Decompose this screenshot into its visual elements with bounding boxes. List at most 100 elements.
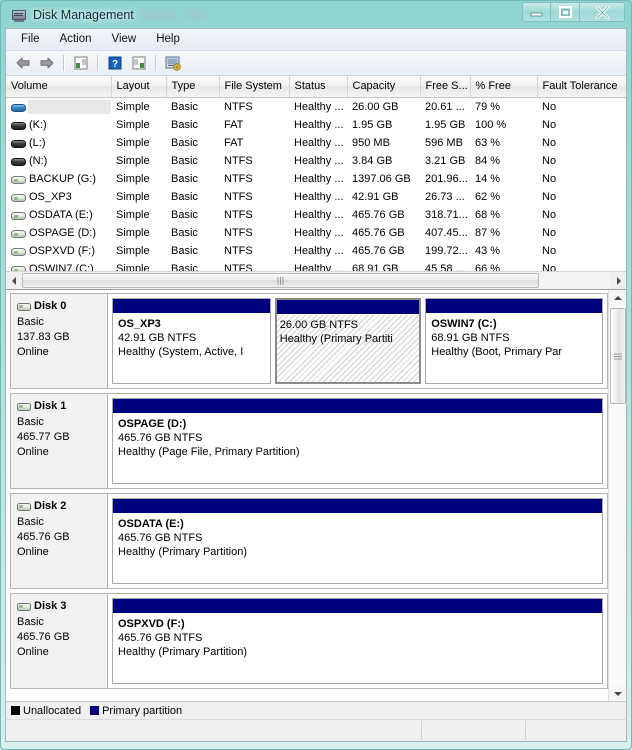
cell-volume[interactable]: OSPAGE (D:): [6, 224, 111, 242]
menu-help[interactable]: Help: [146, 30, 190, 49]
column-header-type[interactable]: Type: [166, 76, 220, 98]
cell-layout: Simple: [116, 191, 150, 203]
cell-pctfree: 68 %: [475, 209, 501, 221]
volume-list-horizontal-scrollbar[interactable]: [6, 271, 626, 289]
close-button[interactable]: [580, 2, 625, 22]
help-icon[interactable]: ?: [103, 52, 127, 74]
table-row[interactable]: (N:) Simple Basic NTFS Healthy ... 3.84 GB 3.2…: [6, 152, 626, 170]
partition-area: OS_XP3 42.91 GB NTFS Healthy (System, Acti…: [108, 294, 607, 388]
table-row[interactable]: OSDATA (E:) Simple Basic NTFS Healthy ... 465…: [6, 206, 626, 224]
cell-status: Healthy ...: [294, 263, 344, 271]
vertical-scroll-track[interactable]: [609, 306, 626, 685]
partition-area: OSPAGE (D:) 465.76 GB NTFS Healthy (Page F…: [108, 394, 607, 488]
column-header-volume[interactable]: Volume: [6, 76, 112, 98]
column-header-status[interactable]: Status: [289, 76, 348, 98]
disk-type: Basic: [17, 416, 44, 428]
legend-label-unallocated: Unallocated: [23, 704, 82, 717]
scroll-right-arrow-icon[interactable]: [610, 273, 626, 288]
partition-details: OS_XP3 42.91 GB NTFS Healthy (System, Acti…: [113, 314, 270, 383]
cell-volume[interactable]: (L:): [6, 134, 111, 152]
cell-fault-tolerance: No: [542, 191, 557, 203]
cell-volume[interactable]: (K:): [6, 116, 111, 134]
cell-filesystem: FAT: [224, 137, 244, 149]
partition-status: Healthy (System, Active, I: [118, 346, 244, 358]
cell-fault-tolerance: No: [542, 245, 557, 257]
table-row[interactable]: (L:) Simple Basic FAT Healthy ... 950 MB 596 M…: [6, 134, 626, 152]
show-hide-console-tree-icon[interactable]: [69, 52, 93, 74]
disk-icon: [17, 502, 31, 512]
scroll-left-arrow-icon[interactable]: [6, 273, 22, 288]
cell-status: Healthy ...: [294, 137, 344, 149]
disk-info-panel[interactable]: Disk 3 Basic 465.76 GB Online: [11, 594, 108, 688]
menu-view[interactable]: View: [102, 30, 147, 49]
cell-type: Basic: [171, 101, 198, 113]
minimize-button[interactable]: [522, 2, 551, 22]
scroll-up-arrow-icon[interactable]: [610, 290, 626, 306]
partition-size: 42.91 GB NTFS: [118, 332, 197, 344]
cell-freespace: 199.72...: [425, 245, 468, 257]
cell-freespace: 318.71...: [425, 209, 468, 221]
column-header-capacity[interactable]: Capacity: [347, 76, 421, 98]
cell-volume[interactable]: OS_XP3: [6, 188, 111, 206]
column-header-freespace[interactable]: Free S...: [420, 76, 471, 98]
column-header-pctfree[interactable]: % Free: [470, 76, 538, 98]
volume-name: OSPAGE (D:): [29, 227, 97, 239]
disk-info-panel[interactable]: Disk 1 Basic 465.77 GB Online: [11, 394, 108, 488]
cell-pctfree: 66 %: [475, 263, 501, 271]
partition-block[interactable]: OSWIN7 (C:) 68.91 GB NTFS Healthy (Boot, P…: [425, 298, 603, 384]
table-row[interactable]: Simple Basic NTFS Healthy ... 26.00 GB 20.61 …: [6, 98, 626, 117]
table-row[interactable]: OSPXVD (F:) Simple Basic NTFS Healthy ... 465…: [6, 242, 626, 260]
table-row[interactable]: OSWIN7 (C:) Simple Basic NTFS Healthy ... 68.…: [6, 260, 626, 271]
table-row[interactable]: OS_XP3 Simple Basic NTFS Healthy ... 42.91 GB…: [6, 188, 626, 206]
cell-layout: Simple: [116, 155, 150, 167]
toolbar-separator: [155, 55, 157, 71]
grip-icon: [613, 353, 622, 359]
cell-volume[interactable]: BACKUP (G:): [6, 170, 111, 188]
cell-volume[interactable]: (N:): [6, 152, 111, 170]
column-header-layout[interactable]: Layout: [111, 76, 167, 98]
disk-state: Online: [17, 646, 49, 658]
cell-volume[interactable]: OSDATA (E:): [6, 206, 111, 224]
menu-action[interactable]: Action: [50, 30, 102, 49]
disk-info-panel[interactable]: Disk 2 Basic 465.76 GB Online: [11, 494, 108, 588]
cell-volume[interactable]: [6, 98, 111, 117]
forward-icon[interactable]: [35, 52, 59, 74]
partition-status: Healthy (Boot, Primary Par: [431, 346, 563, 358]
column-header-fault-tolerance[interactable]: Fault Tolerance: [537, 76, 626, 98]
menu-bar: File Action View Help: [6, 29, 626, 51]
rescan-disks-icon[interactable]: [161, 52, 185, 74]
disk-info-panel[interactable]: Disk 0 Basic 137.83 GB Online: [11, 294, 108, 388]
horizontal-scroll-track[interactable]: [22, 273, 610, 288]
table-row[interactable]: OSPAGE (D:) Simple Basic NTFS Healthy ... 465…: [6, 224, 626, 242]
horizontal-scroll-thumb[interactable]: [22, 273, 540, 288]
partition-usage-bar: [113, 399, 602, 414]
drive-icon-grey: [11, 174, 26, 185]
cell-layout: Simple: [116, 173, 150, 185]
maximize-button[interactable]: [551, 2, 580, 22]
partition-block[interactable]: OS_XP3 42.91 GB NTFS Healthy (System, Acti…: [112, 298, 271, 384]
cell-fault-tolerance: No: [542, 119, 557, 131]
cell-pctfree: 87 %: [475, 227, 501, 239]
partition-details: OSDATA (E:) 465.76 GB NTFS Healthy (Primar…: [113, 514, 602, 583]
table-row[interactable]: BACKUP (G:) Simple Basic NTFS Healthy ... 139…: [6, 170, 626, 188]
partition-block[interactable]: OSPAGE (D:) 465.76 GB NTFS Healthy (Page F…: [112, 398, 603, 484]
back-icon[interactable]: [11, 52, 35, 74]
graphical-view-vertical-scrollbar[interactable]: [608, 290, 626, 701]
cell-type: Basic: [171, 137, 198, 149]
cell-capacity: 68.91 GB: [352, 263, 399, 271]
cell-volume[interactable]: OSPXVD (F:): [6, 242, 111, 260]
partition-block[interactable]: 26.00 GB NTFS Healthy (Primary Partiti: [274, 298, 422, 384]
partition-block[interactable]: OSDATA (E:) 465.76 GB NTFS Healthy (Primar…: [112, 498, 603, 584]
column-header-filesystem[interactable]: File System: [219, 76, 290, 98]
cell-volume[interactable]: OSWIN7 (C:): [6, 260, 111, 271]
partition-block[interactable]: OSPXVD (F:) 465.76 GB NTFS Healthy (Primar…: [112, 598, 603, 684]
cell-layout: Simple: [116, 101, 150, 113]
scroll-down-arrow-icon[interactable]: [610, 685, 626, 701]
cell-freespace: 26.73 ...: [425, 191, 465, 203]
vertical-scroll-thumb[interactable]: [609, 308, 626, 404]
show-hide-action-pane-icon[interactable]: [127, 52, 151, 74]
menu-file[interactable]: File: [11, 30, 50, 49]
table-row[interactable]: (K:) Simple Basic FAT Healthy ... 1.95 GB 1.95…: [6, 116, 626, 134]
drive-icon-grey: [11, 192, 26, 203]
title-bar[interactable]: Disk Management: [5, 1, 627, 28]
